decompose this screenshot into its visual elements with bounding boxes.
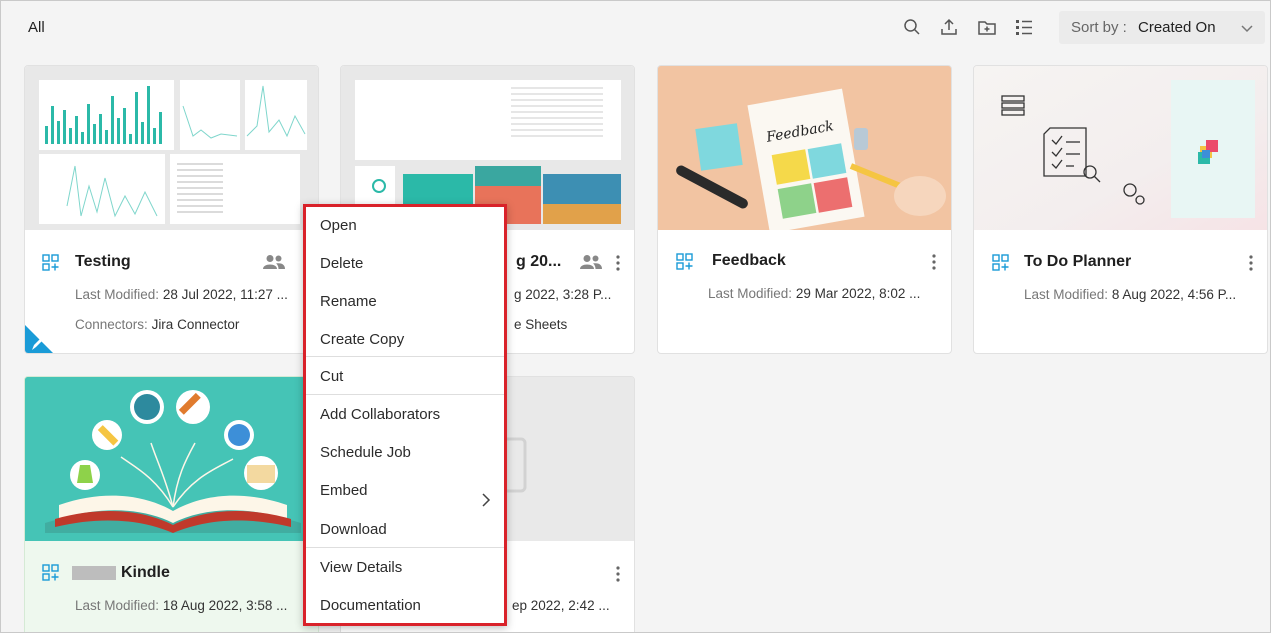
card-thumbnail [25,377,318,541]
connectors-value: Jira Connector [151,317,240,332]
last-modified-value: ep 2022, 2:42 ... [512,598,610,613]
last-modified: Last Modified: 18 Aug 2022, 3:58 ... [75,598,287,613]
sort-dropdown[interactable]: Sort by : Created On [1059,11,1265,44]
shared-users-icon [262,254,286,270]
menu-item-rename[interactable]: Rename [306,283,504,321]
connectors: e Sheets [514,317,567,332]
menu-item-cut[interactable]: Cut [306,358,504,396]
dashboard-card-testing[interactable]: Testing Last Modified: 28 Jul 2022, 11:2… [24,65,319,354]
context-menu: Open Delete Rename Create Copy Cut Add C… [303,204,507,626]
dashboard-card-kindle[interactable]: Kindle Last Modified: 18 Aug 2022, 3:58 … [24,376,319,632]
more-options-icon[interactable] [931,253,937,271]
list-view-icon[interactable] [1014,17,1034,37]
menu-divider [306,356,504,357]
card-title[interactable]: Kindle [121,564,170,582]
menu-item-embed-label: Embed [320,482,368,499]
upload-icon[interactable] [939,17,959,37]
menu-item-add-collaborators[interactable]: Add Collaborators [306,396,504,434]
edit-corner-icon[interactable] [25,325,55,353]
toolbar: All Sort by : Created On [1,1,1270,53]
card-thumbnail: Feedback [658,66,951,230]
dashboard-icon [42,254,60,272]
menu-item-delete[interactable]: Delete [306,245,504,283]
dashboard-browser: All Sort by : Created On Testing Last Mo… [0,0,1271,633]
card-thumbnail [25,66,318,230]
dashboard-icon [42,564,60,582]
dashboard-card-feedback[interactable]: Feedback Feedback Last Modified: 29 Mar … [657,65,952,354]
chevron-down-icon [1239,20,1255,36]
last-modified-value: 18 Aug 2022, 3:58 ... [162,598,288,613]
last-modified-value: g 2022, 3:28 P... [514,287,612,302]
last-modified-value: 29 Mar 2022, 8:02 ... [795,286,921,301]
last-modified: Last Modified: 28 Jul 2022, 11:27 ... [75,287,288,302]
connectors: Connectors: Jira Connector [75,317,239,332]
more-options-icon[interactable] [615,565,621,583]
menu-item-embed[interactable]: Embed [306,472,504,510]
menu-item-documentation[interactable]: Documentation [306,587,504,625]
search-icon[interactable] [902,17,922,37]
dashboard-icon [676,253,694,271]
redacted-text [72,566,116,580]
dashboard-card-to-do-planner[interactable]: To Do Planner Last Modified: 8 Aug 2022,… [973,65,1268,354]
menu-item-create-copy[interactable]: Create Copy [306,321,504,359]
card-title[interactable]: Feedback [712,252,786,270]
menu-item-schedule-job[interactable]: Schedule Job [306,434,504,472]
last-modified: Last Modified: 8 Aug 2022, 4:56 P... [1024,287,1236,302]
connectors-value: e Sheets [514,317,568,332]
last-modified-label: Last Modified: [1024,287,1109,302]
menu-item-view-details[interactable]: View Details [306,549,504,587]
menu-item-download[interactable]: Download [306,511,504,549]
card-title[interactable]: Testing [75,253,131,271]
shared-users-icon [579,254,603,270]
new-folder-icon[interactable] [977,17,997,37]
menu-divider [306,547,504,548]
last-modified-label: Last Modified: [75,287,160,302]
breadcrumb[interactable]: All [28,19,45,36]
card-title[interactable]: g 20... [516,253,561,271]
last-modified: ep 2022, 2:42 ... [512,598,610,613]
more-options-icon[interactable] [1248,254,1254,272]
last-modified: Last Modified: 29 Mar 2022, 8:02 ... [708,286,920,301]
card-thumbnail [974,66,1267,230]
more-options-icon[interactable] [615,254,621,272]
last-modified-label: Last Modified: [708,286,793,301]
chevron-right-icon [480,484,492,507]
sort-label: Sort by : [1071,19,1127,36]
sort-value: Created On [1138,19,1216,36]
dashboard-icon [992,254,1010,272]
menu-divider [306,394,504,395]
last-modified: g 2022, 3:28 P... [514,287,611,302]
last-modified-value: 28 Jul 2022, 11:27 ... [162,287,288,302]
card-title[interactable]: To Do Planner [1024,253,1131,271]
menu-item-open[interactable]: Open [306,207,504,245]
last-modified-value: 8 Aug 2022, 4:56 P... [1111,287,1237,302]
connectors-label: Connectors: [75,317,148,332]
last-modified-label: Last Modified: [75,598,160,613]
